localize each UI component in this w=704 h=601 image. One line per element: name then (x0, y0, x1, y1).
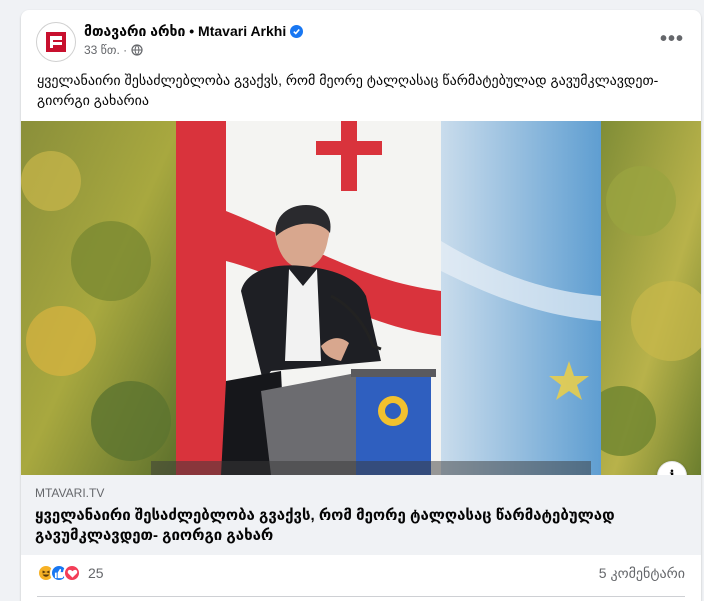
link-preview[interactable]: MTAVARI.TV ყველანაირი შესაძლებლობა გვაქვ… (21, 475, 701, 555)
page-name[interactable]: მთავარი არხი • Mtavari Arkhi (84, 23, 304, 40)
reaction-count: 25 (88, 565, 104, 581)
link-domain: MTAVARI.TV (35, 486, 105, 500)
post-header: მთავარი არხი • Mtavari Arkhi 33 წთ. · ••… (21, 10, 701, 66)
comment-count[interactable]: 5 კომენტარი (599, 565, 685, 582)
post-image[interactable] (21, 121, 701, 475)
mtavari-logo-icon (46, 32, 66, 52)
reactions-summary[interactable]: 25 (37, 563, 104, 583)
more-options-button[interactable]: ••• (657, 28, 687, 50)
love-icon (63, 564, 81, 582)
page-name-text[interactable]: მთავარი არხი • Mtavari Arkhi (84, 23, 286, 40)
post-text: ყველანაირი შესაძლებლობა გვაქვს, რომ მეორ… (37, 72, 659, 108)
divider (37, 596, 685, 597)
post-time[interactable]: 33 წთ. · (84, 43, 127, 57)
link-title[interactable]: ყველანაირი შესაძლებლობა გვაქვს, რომ მეორ… (35, 506, 655, 546)
globe-icon[interactable] (131, 44, 143, 56)
post-card: მთავარი არხი • Mtavari Arkhi 33 წთ. · ••… (21, 10, 701, 601)
speaker-at-podium-photo (21, 121, 701, 475)
page-avatar[interactable] (36, 22, 76, 62)
more-options-icon: ••• (659, 27, 684, 50)
verified-badge-icon (290, 25, 304, 38)
post-meta: 33 წთ. · (84, 43, 143, 57)
